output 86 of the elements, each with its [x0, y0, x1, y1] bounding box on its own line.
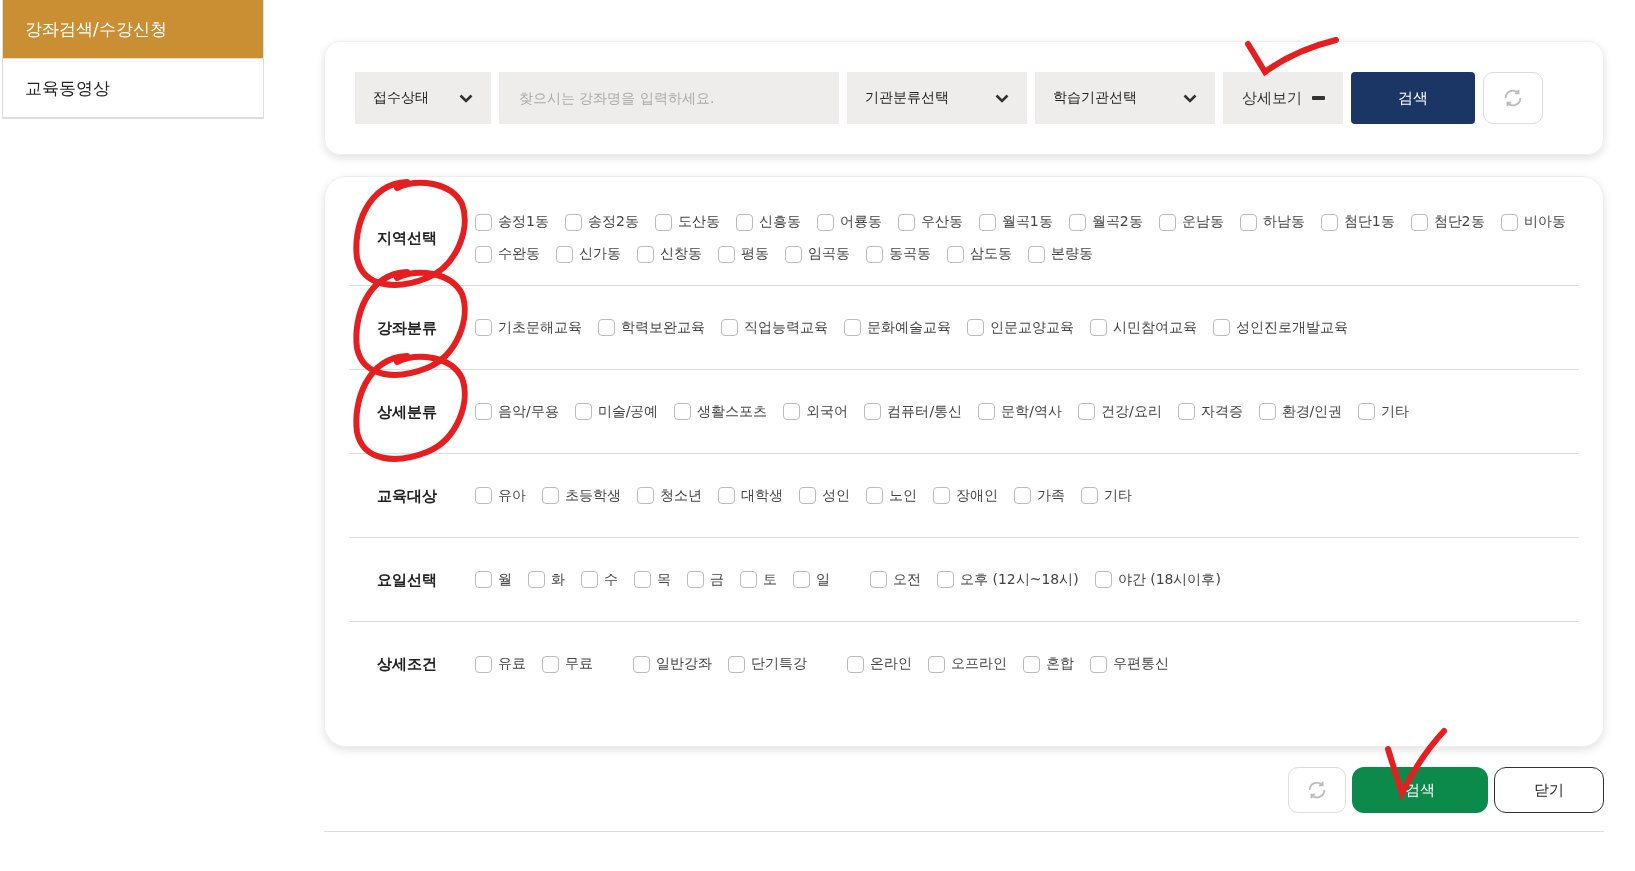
filter-checkbox[interactable]: 유료	[475, 655, 526, 673]
filter-checkbox[interactable]: 하남동	[1239, 213, 1305, 231]
filter-checkbox[interactable]: 인문교양교육	[967, 318, 1074, 337]
filter-checkbox[interactable]: 무료	[542, 655, 593, 673]
filter-checkbox[interactable]: 오프라인	[928, 655, 1007, 673]
filter-checkbox[interactable]: 도산동	[654, 213, 720, 231]
filter-label: 교육대상	[377, 486, 437, 505]
filter-checkbox[interactable]: 본량동	[1028, 245, 1093, 263]
filter-checkbox[interactable]: 운남동	[1158, 213, 1224, 231]
filter-checkbox[interactable]: 초등학생	[542, 486, 621, 505]
filter-label: 상세조건	[377, 655, 437, 673]
filter-checkbox[interactable]: 유아	[475, 486, 526, 505]
filter-checkbox[interactable]: 자격증	[1177, 402, 1243, 421]
filter-checkbox[interactable]: 시민참여교육	[1090, 318, 1197, 337]
filter-checkbox[interactable]: 평동	[718, 245, 769, 263]
filter-checkbox[interactable]: 동곡동	[866, 245, 931, 263]
filter-checkbox[interactable]: 송정2동	[564, 213, 639, 231]
filter-checkbox[interactable]: 어룡동	[816, 213, 882, 231]
institution-select[interactable]: 학습기관선택	[1035, 72, 1215, 124]
filter-checkbox[interactable]: 수완동	[475, 245, 540, 263]
filter-checkbox[interactable]: 금	[687, 570, 724, 589]
filter-checkbox[interactable]: 문학/역사	[978, 402, 1062, 421]
filter-checkbox[interactable]: 온라인	[847, 655, 912, 673]
filter-checkbox[interactable]: 월곡2동	[1068, 213, 1143, 231]
filter-checkbox[interactable]: 비아동	[1500, 213, 1566, 231]
minus-icon	[1311, 96, 1325, 100]
filter-checkbox[interactable]: 혼합	[1023, 655, 1074, 673]
reset-button[interactable]	[1288, 767, 1346, 813]
filter-checkbox[interactable]: 문화예술교육	[844, 318, 951, 337]
filter-checkbox[interactable]: 건강/요리	[1077, 402, 1162, 421]
filter-checkbox[interactable]: 컴퓨터/통신	[864, 402, 963, 421]
chevron-down-icon	[1183, 93, 1197, 103]
filter-checkbox[interactable]: 생활스포츠	[674, 402, 768, 421]
filter-checkbox[interactable]: 기초문해교육	[475, 318, 582, 337]
filter-checkbox[interactable]: 화	[528, 570, 565, 589]
filter-checkbox[interactable]: 기타	[1081, 486, 1132, 505]
filter-checkbox[interactable]: 첨단2동	[1410, 213, 1485, 231]
filter-checkbox[interactable]: 임곡동	[785, 245, 850, 263]
filter-checkbox[interactable]: 신흥동	[735, 213, 801, 231]
category-select[interactable]: 기관분류선택	[847, 72, 1027, 124]
filter-checkbox[interactable]: 수	[581, 570, 618, 589]
refresh-icon	[1502, 87, 1524, 109]
filter-checkbox[interactable]: 우편통신	[1090, 655, 1169, 673]
filter-checkbox[interactable]: 직업능력교육	[721, 318, 828, 337]
filter-checkbox[interactable]: 장애인	[933, 486, 998, 505]
filter-checkbox[interactable]: 학력보완교육	[598, 318, 705, 337]
filter-checkbox[interactable]: 일반강좌	[633, 655, 712, 673]
filter-checkbox[interactable]: 대학생	[718, 486, 783, 505]
filter-label: 요일선택	[377, 570, 437, 589]
filter-checkbox[interactable]: 신창동	[637, 245, 702, 263]
filter-checkbox[interactable]: 음악/무용	[475, 402, 559, 421]
filter-checkbox[interactable]: 삼도동	[947, 245, 1012, 263]
filter-checkbox[interactable]: 환경/인권	[1258, 402, 1343, 421]
close-button[interactable]: 닫기	[1494, 767, 1604, 813]
filter-checkbox[interactable]: 미술/공예	[574, 402, 659, 421]
filter-checkbox[interactable]: 성인진로개발교육	[1213, 318, 1348, 337]
filter-checkbox[interactable]: 월	[475, 570, 512, 589]
filter-checkbox[interactable]: 노인	[866, 486, 917, 505]
filter-checkbox[interactable]: 송정1동	[475, 213, 549, 231]
filter-checkbox[interactable]: 단기특강	[728, 655, 807, 673]
filter-checkbox[interactable]: 오전	[870, 570, 921, 589]
filter-checkbox[interactable]: 일	[793, 570, 830, 589]
filter-checkbox[interactable]: 오후 (12시~18시)	[937, 570, 1079, 589]
filter-checkbox[interactable]: 외국어	[783, 402, 849, 421]
filter-label: 상세분류	[377, 402, 437, 421]
filter-label: 지역선택	[377, 229, 437, 247]
filter-checkbox[interactable]: 야간 (18시이후)	[1094, 570, 1221, 589]
filter-checkbox[interactable]: 우산동	[897, 213, 963, 231]
reset-button[interactable]	[1483, 72, 1543, 124]
refresh-icon	[1306, 779, 1328, 801]
filter-checkbox[interactable]: 첨단1동	[1320, 213, 1395, 231]
filter-checkbox[interactable]: 청소년	[637, 486, 702, 505]
status-select[interactable]: 접수상태	[355, 72, 491, 124]
detail-toggle-button[interactable]: 상세보기	[1223, 72, 1343, 124]
filter-checkbox[interactable]: 가족	[1014, 486, 1065, 505]
filter-checkbox[interactable]: 기타	[1358, 402, 1410, 421]
chevron-down-icon	[459, 93, 473, 103]
search-button[interactable]: 검색	[1351, 72, 1475, 124]
filter-checkbox[interactable]: 월곡1동	[978, 213, 1053, 231]
keyword-input-field[interactable]: 찾으시는 강좌명을 입력하세요.	[499, 72, 839, 124]
filter-checkbox[interactable]: 신가동	[556, 245, 621, 263]
chevron-down-icon	[995, 93, 1009, 103]
filter-checkbox[interactable]: 성인	[799, 486, 850, 505]
filter-checkbox[interactable]: 토	[740, 570, 777, 589]
filter-checkbox[interactable]: 목	[634, 570, 671, 589]
filter-label: 강좌분류	[377, 318, 437, 337]
